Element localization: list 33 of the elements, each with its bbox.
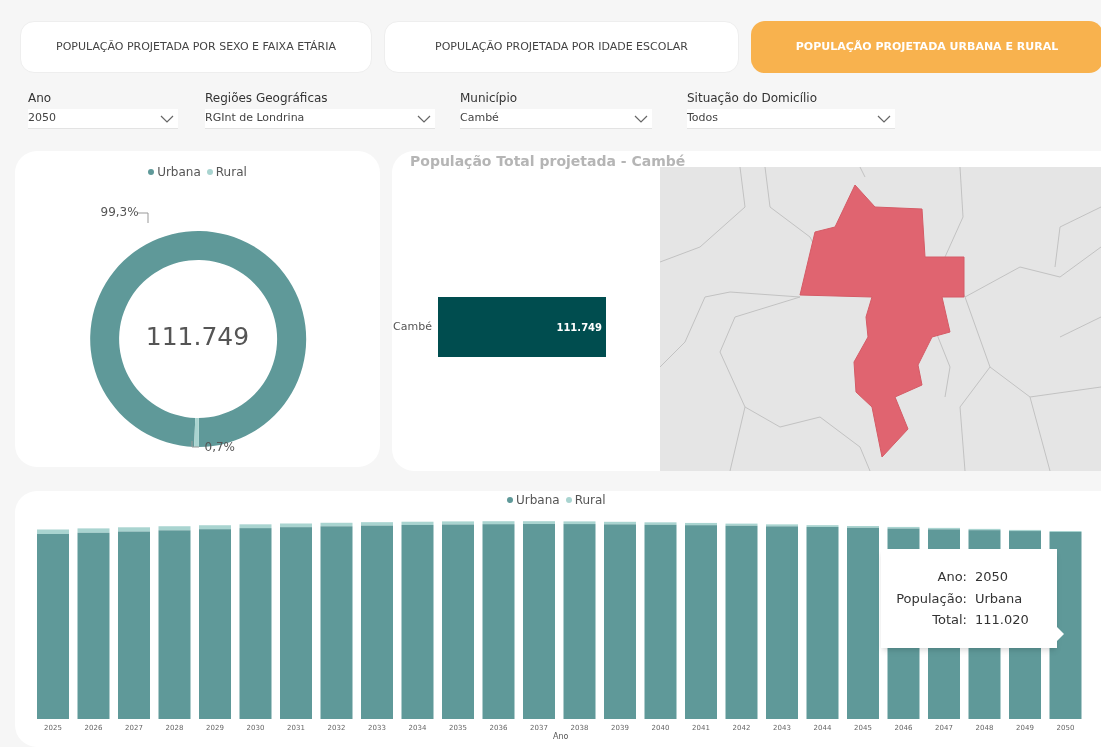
data-label: 99,3% — [100, 204, 139, 221]
total-value: 111.749 — [144, 321, 251, 353]
tab[interactable]: POPULAÇÃO PROJETADA POR SEXO E FAIXA ETÁRIA — [20, 21, 372, 73]
dropdown[interactable]: Cambé — [460, 109, 652, 129]
dropdown[interactable]: Todos — [687, 109, 895, 129]
tooltip-value: 111.020 — [975, 611, 1029, 630]
chevron-down-icon — [160, 114, 174, 123]
chart-title: População Total projetada - Cambé — [410, 152, 686, 171]
legend-label: Urbana — [157, 164, 201, 181]
filter-label: Regiões Geográficas — [205, 90, 329, 106]
dropdown[interactable]: 2050 — [28, 109, 178, 129]
tooltip-value: Urbana — [975, 589, 1023, 608]
filter-label: Ano — [28, 90, 53, 106]
chevron-down-icon — [877, 114, 891, 123]
chevron-down-icon — [417, 114, 431, 123]
filter-label: Situação do Domicílio — [687, 90, 819, 106]
filter-label: Município — [460, 90, 519, 106]
chevron-down-icon — [634, 114, 648, 123]
legend-label: Rural — [215, 164, 247, 181]
tooltip-label: População: — [895, 589, 967, 608]
bar-label: Cambé — [392, 318, 432, 335]
tab[interactable]: POPULAÇÃO PROJETADA POR IDADE ESCOLAR — [384, 21, 739, 73]
tooltip-label: Total: — [931, 611, 967, 630]
leader-line — [191, 440, 199, 448]
leader-line — [137, 212, 148, 224]
axis-title: Ano — [553, 732, 569, 742]
tooltip-value: 2050 — [975, 568, 1009, 587]
tooltip-label: Ano: — [936, 568, 967, 587]
dropdown[interactable]: RGInt de Londrina — [205, 109, 435, 129]
legend-label: Rural — [574, 492, 606, 509]
legend-label: Urbana — [516, 492, 560, 509]
bar: 111.749 — [438, 297, 606, 357]
data-label: 0,7% — [204, 439, 235, 456]
